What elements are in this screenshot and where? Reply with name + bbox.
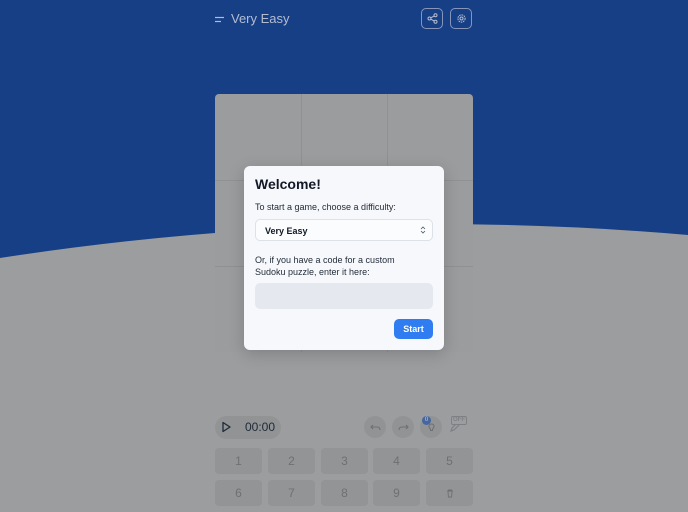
timer-display: 00:00 — [245, 420, 276, 434]
difficulty-select[interactable]: Very Easy — [255, 219, 433, 241]
redo-icon — [397, 424, 409, 430]
code-prompt: Or, if you have a code for a custom Sudo… — [255, 255, 395, 277]
hint-count-badge: 0 — [422, 416, 431, 425]
puzzle-code-input[interactable] — [255, 283, 433, 309]
difficulty-select-value: Very Easy — [265, 226, 308, 236]
number-key-8[interactable]: 8 — [321, 480, 368, 506]
erase-button[interactable] — [426, 480, 473, 506]
play-icon[interactable] — [219, 420, 233, 434]
undo-button[interactable] — [364, 416, 386, 438]
number-key-7[interactable]: 7 — [268, 480, 315, 506]
difficulty-prompt: To start a game, choose a difficulty: — [255, 202, 396, 212]
notes-toggle-badge: OFF — [451, 416, 467, 425]
timer: 00:00 — [215, 416, 281, 439]
number-key-4[interactable]: 4 — [373, 448, 420, 474]
top-bar: Very Easy — [214, 8, 474, 32]
redo-button[interactable] — [392, 416, 414, 438]
chevron-updown-icon — [420, 226, 426, 234]
menu-icon[interactable] — [214, 14, 226, 26]
start-button[interactable]: Start — [394, 319, 433, 339]
settings-button[interactable] — [450, 8, 472, 29]
dialog-title: Welcome! — [255, 176, 321, 192]
number-key-6[interactable]: 6 — [215, 480, 262, 506]
gear-icon — [456, 14, 466, 23]
trash-icon — [446, 489, 453, 498]
number-key-1[interactable]: 1 — [215, 448, 262, 474]
share-button[interactable] — [421, 8, 443, 29]
difficulty-title[interactable]: Very Easy — [231, 11, 290, 26]
welcome-dialog: Welcome! To start a game, choose a diffi… — [244, 166, 444, 350]
number-key-5[interactable]: 5 — [426, 448, 473, 474]
number-key-2[interactable]: 2 — [268, 448, 315, 474]
share-icon — [427, 13, 437, 24]
undo-icon — [369, 424, 381, 430]
number-key-3[interactable]: 3 — [321, 448, 368, 474]
number-key-9[interactable]: 9 — [373, 480, 420, 506]
